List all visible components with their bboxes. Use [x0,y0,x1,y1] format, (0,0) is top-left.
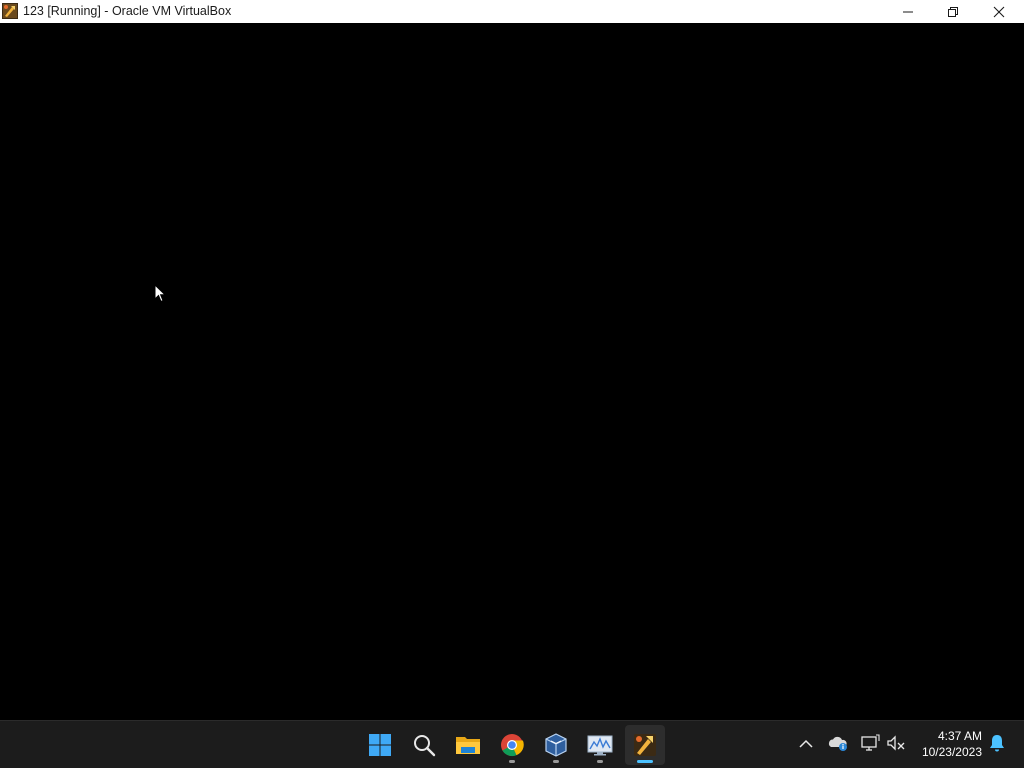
volume-tray-button[interactable] [884,733,908,757]
close-button[interactable] [976,0,1022,23]
chevron-up-icon [799,736,813,754]
show-hidden-icons-button[interactable] [794,733,818,757]
arrow-cursor [154,283,167,303]
monitor-chart-icon [587,733,613,757]
virtualbox-vm-icon [633,733,657,757]
search-icon [412,733,436,757]
virtualbox-manager-button[interactable] [536,725,576,765]
running-indicator [509,760,515,763]
taskbar [0,720,1024,768]
minimize-icon [902,6,914,18]
virtualbox-vm-icon[interactable] [2,3,18,19]
running-indicator [597,760,603,763]
window-titlebar[interactable]: 123 [Running] - Oracle VM VirtualBox [0,0,1024,23]
folder-icon [455,733,481,757]
clock-date: 10/23/2023 [921,745,982,759]
running-indicator [553,760,559,763]
network-tray-button[interactable] [858,733,882,757]
search-button[interactable] [404,725,444,765]
clock-time: 4:37 AM [937,729,982,743]
notifications-button[interactable] [985,733,1009,757]
chrome-button[interactable] [492,725,532,765]
onedrive-tray-button[interactable] [826,733,850,757]
window-title: 123 [Running] - Oracle VM VirtualBox [23,4,232,18]
volume-muted-icon [886,734,906,757]
file-explorer-button[interactable] [448,725,488,765]
active-indicator [637,760,653,763]
vm-window-button[interactable] [625,725,665,765]
restore-button[interactable] [930,0,976,23]
chrome-icon [500,733,524,757]
windows-logo-icon [368,733,392,757]
virtualbox-icon [544,733,568,757]
onedrive-icon [827,734,849,757]
minimize-button[interactable] [885,0,931,23]
start-button[interactable] [360,725,400,765]
restore-icon [947,6,959,18]
bell-icon [989,734,1005,757]
performance-monitor-button[interactable] [580,725,620,765]
network-icon [860,733,880,757]
system-clock[interactable]: 4:37 AM 10/23/2023 [914,728,982,760]
close-icon [993,6,1005,18]
vm-display[interactable] [0,23,1024,720]
